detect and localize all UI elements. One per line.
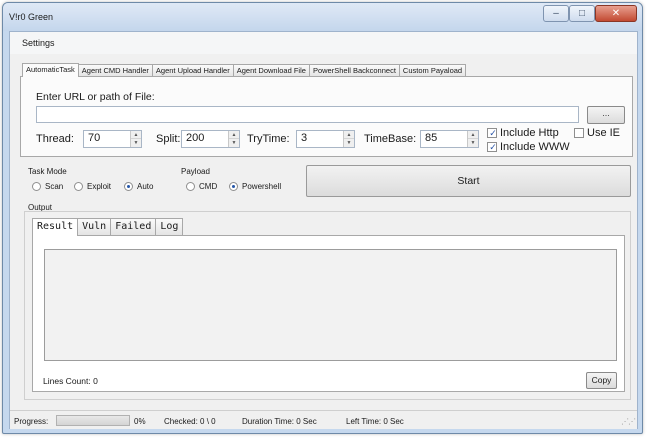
thread-stepper[interactable]: 70 ▲ ▼ bbox=[83, 130, 142, 148]
start-button[interactable]: Start bbox=[306, 165, 631, 197]
timebase-stepper[interactable]: 85 ▲ ▼ bbox=[420, 130, 479, 148]
radio-exploit[interactable]: Exploit bbox=[74, 182, 111, 191]
task-mode-label: Task Mode bbox=[28, 167, 67, 176]
radio-auto-dot[interactable] bbox=[124, 182, 133, 191]
timebase-stepper-arrows: ▲ ▼ bbox=[467, 131, 478, 147]
stepper-down-icon[interactable]: ▼ bbox=[468, 139, 478, 147]
checkmark-icon: ✓ bbox=[489, 128, 497, 138]
use-ie-checkbox[interactable]: Use IE bbox=[574, 127, 620, 139]
trytime-label: TryTime: bbox=[247, 133, 290, 145]
output-panel: Lines Count: 0 Copy bbox=[32, 235, 625, 392]
progress-bar bbox=[56, 415, 130, 426]
tab-vuln[interactable]: Vuln bbox=[77, 218, 112, 235]
split-stepper[interactable]: 200 ▲ ▼ bbox=[181, 130, 240, 148]
stepper-up-icon[interactable]: ▲ bbox=[131, 131, 141, 139]
duration-time: Duration Time: 0 Sec bbox=[242, 417, 317, 426]
menu-bar: Settings bbox=[10, 32, 637, 54]
thread-value: 70 bbox=[88, 132, 101, 144]
thread-label: Thread: bbox=[36, 133, 74, 145]
menu-settings[interactable]: Settings bbox=[22, 38, 55, 48]
copy-button[interactable]: Copy bbox=[586, 372, 617, 389]
thread-stepper-arrows: ▲ ▼ bbox=[130, 131, 141, 147]
output-tabstrip: Result Vuln Failed Log bbox=[32, 218, 184, 236]
progress-percent: 0% bbox=[134, 417, 146, 426]
tab-failed[interactable]: Failed bbox=[110, 218, 157, 235]
url-label: Enter URL or path of File: bbox=[36, 91, 155, 103]
progress-label: Progress: bbox=[14, 417, 49, 426]
include-www-checkbox[interactable]: ✓ Include WWW bbox=[487, 141, 570, 153]
tab-automatic-task[interactable]: AutomaticTask bbox=[22, 63, 79, 77]
browse-button[interactable]: ... bbox=[587, 106, 625, 124]
results-list[interactable] bbox=[44, 249, 617, 361]
tab-log[interactable]: Log bbox=[155, 218, 184, 235]
payload-label: Payload bbox=[181, 167, 210, 176]
main-window: V!r0 Green – □ ✕ Settings AutomaticTask … bbox=[2, 2, 643, 434]
radio-scan-dot[interactable] bbox=[32, 182, 41, 191]
radio-powershell-dot[interactable] bbox=[229, 182, 238, 191]
radio-powershell[interactable]: Powershell bbox=[229, 182, 281, 191]
window-controls: – □ ✕ bbox=[543, 5, 637, 22]
split-stepper-arrows: ▲ ▼ bbox=[228, 131, 239, 147]
radio-scan-label: Scan bbox=[45, 182, 64, 191]
include-www-box[interactable]: ✓ bbox=[487, 142, 497, 152]
radio-exploit-dot[interactable] bbox=[74, 182, 83, 191]
automatic-task-panel: Enter URL or path of File: ... Thread: 7… bbox=[20, 76, 633, 157]
lines-count: Lines Count: 0 bbox=[43, 376, 98, 386]
include-http-checkbox[interactable]: ✓ Include Http bbox=[487, 127, 559, 139]
radio-cmd-label: CMD bbox=[199, 182, 218, 191]
stepper-up-icon[interactable]: ▲ bbox=[344, 131, 354, 139]
tab-result[interactable]: Result bbox=[32, 218, 79, 236]
radio-auto[interactable]: Auto bbox=[124, 182, 153, 191]
include-http-label: Include Http bbox=[500, 127, 559, 139]
timebase-value: 85 bbox=[425, 132, 438, 144]
trytime-stepper[interactable]: 3 ▲ ▼ bbox=[296, 130, 355, 148]
close-button[interactable]: ✕ bbox=[595, 5, 637, 22]
use-ie-box[interactable] bbox=[574, 128, 584, 138]
minimize-icon: – bbox=[553, 8, 559, 19]
window-title: V!r0 Green bbox=[9, 12, 54, 22]
left-time: Left Time: 0 Sec bbox=[346, 417, 404, 426]
maximize-icon: □ bbox=[578, 8, 586, 19]
stepper-down-icon[interactable]: ▼ bbox=[344, 139, 354, 147]
radio-cmd[interactable]: CMD bbox=[186, 182, 217, 191]
client-area: Settings AutomaticTask Agent CMD Handler… bbox=[9, 31, 638, 429]
title-bar[interactable]: V!r0 Green – □ ✕ bbox=[3, 3, 642, 31]
trytime-value: 3 bbox=[301, 132, 308, 144]
radio-powershell-label: Powershell bbox=[242, 182, 282, 191]
radio-auto-label: Auto bbox=[137, 182, 154, 191]
main-tabstrip: AutomaticTask Agent CMD Handler Agent Up… bbox=[22, 63, 467, 77]
status-bar: Progress: 0% Checked: 0 \ 0 Duration Tim… bbox=[10, 410, 637, 429]
url-input[interactable] bbox=[36, 106, 579, 123]
trytime-stepper-arrows: ▲ ▼ bbox=[343, 131, 354, 147]
checkmark-icon: ✓ bbox=[489, 142, 497, 152]
stepper-up-icon[interactable]: ▲ bbox=[468, 131, 478, 139]
include-http-box[interactable]: ✓ bbox=[487, 128, 497, 138]
radio-exploit-label: Exploit bbox=[87, 182, 112, 191]
checked-count: Checked: 0 \ 0 bbox=[164, 417, 216, 426]
stepper-down-icon[interactable]: ▼ bbox=[131, 139, 141, 147]
stepper-up-icon[interactable]: ▲ bbox=[229, 131, 239, 139]
split-value: 200 bbox=[186, 132, 205, 144]
include-www-label: Include WWW bbox=[500, 141, 570, 153]
close-icon: ✕ bbox=[611, 8, 621, 19]
stepper-down-icon[interactable]: ▼ bbox=[229, 139, 239, 147]
split-label: Split: bbox=[156, 133, 181, 145]
use-ie-label: Use IE bbox=[587, 127, 621, 139]
resize-grip-icon[interactable]: ⋰⋰ bbox=[621, 417, 636, 426]
radio-cmd-dot[interactable] bbox=[186, 182, 195, 191]
minimize-button[interactable]: – bbox=[543, 5, 569, 22]
radio-scan[interactable]: Scan bbox=[32, 182, 63, 191]
timebase-label: TimeBase: bbox=[364, 133, 417, 145]
maximize-button[interactable]: □ bbox=[569, 5, 595, 22]
